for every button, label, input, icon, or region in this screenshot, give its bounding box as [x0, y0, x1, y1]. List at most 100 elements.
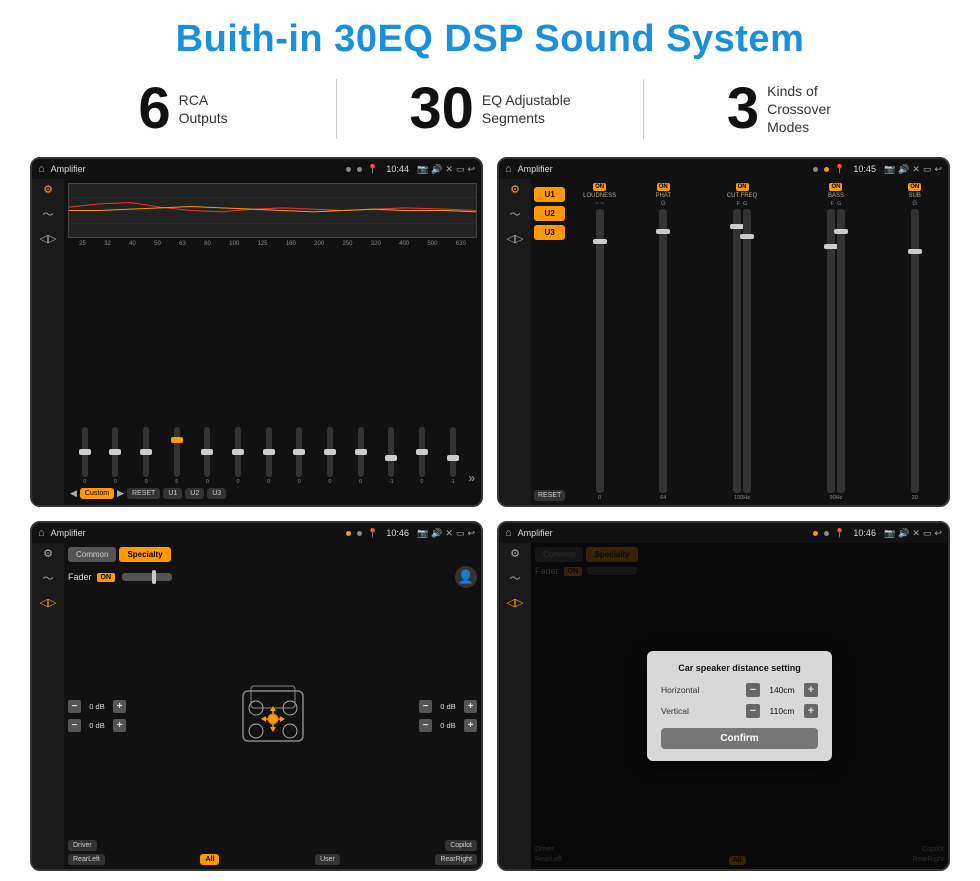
home-icon-3[interactable]: ⌂: [38, 527, 45, 539]
fader-minus-3[interactable]: −: [419, 700, 432, 713]
xover-icon-3[interactable]: ◁▷: [507, 232, 524, 245]
fader-tab-common[interactable]: Common: [68, 547, 116, 562]
home-icon-4[interactable]: ⌂: [505, 527, 512, 539]
close-icon-1[interactable]: ✕: [445, 164, 453, 175]
fader-slider-track[interactable]: [122, 573, 172, 581]
eq-track-1[interactable]: [82, 427, 88, 477]
fader-all-btn[interactable]: All: [200, 854, 219, 865]
fader-rearright-btn[interactable]: RearRight: [435, 854, 477, 865]
dialog-icon-3[interactable]: ◁▷: [507, 596, 524, 609]
eq-track-13[interactable]: [450, 427, 456, 477]
eq-track-3[interactable]: [143, 427, 149, 477]
sub-thumb[interactable]: [908, 249, 922, 254]
eq-thumb-9[interactable]: [324, 449, 336, 455]
eq-wave-icon[interactable]: 〜: [43, 206, 54, 222]
fader-plus-3[interactable]: +: [464, 700, 477, 713]
back-icon-2[interactable]: ↩: [934, 164, 942, 175]
fader-user-btn[interactable]: User: [315, 854, 340, 865]
close-icon-2[interactable]: ✕: [912, 164, 920, 175]
dialog-vertical-minus[interactable]: −: [746, 704, 760, 718]
bass-thumb-2[interactable]: [834, 229, 848, 234]
eq-next-arrow[interactable]: ▶: [117, 488, 124, 499]
eq-thumb-4[interactable]: [171, 437, 183, 443]
eq-track-5[interactable]: [204, 427, 210, 477]
eq-prev-arrow[interactable]: ◀: [70, 488, 77, 499]
phat-thumb[interactable]: [656, 229, 670, 234]
fader-slider-thumb[interactable]: [152, 570, 156, 584]
xover-reset-btn[interactable]: RESET: [534, 490, 565, 501]
eq-track-9[interactable]: [327, 427, 333, 477]
xover-u2-btn[interactable]: U2: [534, 206, 565, 221]
eq-thumb-8[interactable]: [293, 449, 305, 455]
eq-track-4[interactable]: [174, 427, 180, 477]
eq-thumb-11[interactable]: [385, 455, 397, 461]
confirm-button[interactable]: Confirm: [661, 728, 818, 749]
fader-tab-specialty[interactable]: Specialty: [119, 547, 170, 562]
phat-slider[interactable]: [659, 209, 667, 493]
eq-custom-btn[interactable]: Custom: [80, 488, 114, 499]
fader-minus-4[interactable]: −: [419, 719, 432, 732]
cutfreq-thumb-2[interactable]: [740, 234, 754, 239]
eq-filter-icon[interactable]: ⚙: [43, 183, 53, 196]
eq-thumb-5[interactable]: [201, 449, 213, 455]
loudness-thumb[interactable]: [593, 239, 607, 244]
sub-slider[interactable]: [911, 209, 919, 493]
dialog-vertical-plus[interactable]: +: [804, 704, 818, 718]
dialog-horizontal-label: Horizontal: [661, 685, 699, 695]
fader-plus-2[interactable]: +: [113, 719, 126, 732]
eq-speaker-icon[interactable]: ◁▷: [40, 232, 57, 245]
eq-u3-btn[interactable]: U3: [207, 488, 226, 499]
eq-track-8[interactable]: [296, 427, 302, 477]
fader-minus-1[interactable]: −: [68, 700, 81, 713]
eq-thumb-2[interactable]: [109, 449, 121, 455]
xover-icon-1[interactable]: ⚙: [510, 183, 520, 196]
dialog-horizontal-minus[interactable]: −: [746, 683, 760, 697]
eq-track-12[interactable]: [419, 427, 425, 477]
eq-thumb-6[interactable]: [232, 449, 244, 455]
back-icon-4[interactable]: ↩: [934, 528, 942, 539]
fader-rearleft-btn[interactable]: RearLeft: [68, 854, 105, 865]
eq-u1-btn[interactable]: U1: [163, 488, 182, 499]
eq-track-2[interactable]: [112, 427, 118, 477]
eq-thumb-1[interactable]: [79, 449, 91, 455]
fader-icon-1[interactable]: ⚙: [43, 547, 53, 560]
back-icon-1[interactable]: ↩: [467, 164, 475, 175]
loudness-slider[interactable]: [596, 209, 604, 493]
cutfreq-slider-1[interactable]: [733, 209, 741, 493]
dialog-icon-2[interactable]: 〜: [510, 570, 521, 586]
eq-scroll-right[interactable]: »: [468, 471, 475, 485]
home-icon-1[interactable]: ⌂: [38, 163, 45, 175]
bass-slider-1[interactable]: [827, 209, 835, 493]
xover-u3-btn[interactable]: U3: [534, 225, 565, 240]
eq-thumb-10[interactable]: [355, 449, 367, 455]
eq-track-11[interactable]: [388, 427, 394, 477]
eq-reset-btn[interactable]: RESET: [127, 488, 160, 499]
home-icon-2[interactable]: ⌂: [505, 163, 512, 175]
dialog-icon-1[interactable]: ⚙: [510, 547, 520, 560]
cutfreq-thumb-1[interactable]: [730, 224, 744, 229]
xover-icon-2[interactable]: 〜: [510, 206, 521, 222]
fader-plus-4[interactable]: +: [464, 719, 477, 732]
fader-icon-3[interactable]: ◁▷: [40, 596, 57, 609]
eq-thumb-3[interactable]: [140, 449, 152, 455]
eq-track-10[interactable]: [358, 427, 364, 477]
bass-slider-2[interactable]: [837, 209, 845, 493]
eq-thumb-12[interactable]: [416, 449, 428, 455]
close-icon-3[interactable]: ✕: [445, 528, 453, 539]
back-icon-3[interactable]: ↩: [467, 528, 475, 539]
eq-track-7[interactable]: [266, 427, 272, 477]
fader-copilot-btn[interactable]: Copilot: [445, 840, 477, 851]
eq-track-6[interactable]: [235, 427, 241, 477]
fader-plus-1[interactable]: +: [113, 700, 126, 713]
eq-u2-btn[interactable]: U2: [185, 488, 204, 499]
cutfreq-slider-2[interactable]: [743, 209, 751, 493]
fader-minus-2[interactable]: −: [68, 719, 81, 732]
dialog-horizontal-plus[interactable]: +: [804, 683, 818, 697]
eq-thumb-13[interactable]: [447, 455, 459, 461]
xover-u1-btn[interactable]: U1: [534, 187, 565, 202]
close-icon-4[interactable]: ✕: [912, 528, 920, 539]
fader-driver-btn[interactable]: Driver: [68, 840, 97, 851]
fader-icon-2[interactable]: 〜: [43, 570, 54, 586]
bass-thumb-1[interactable]: [824, 244, 838, 249]
eq-thumb-7[interactable]: [263, 449, 275, 455]
